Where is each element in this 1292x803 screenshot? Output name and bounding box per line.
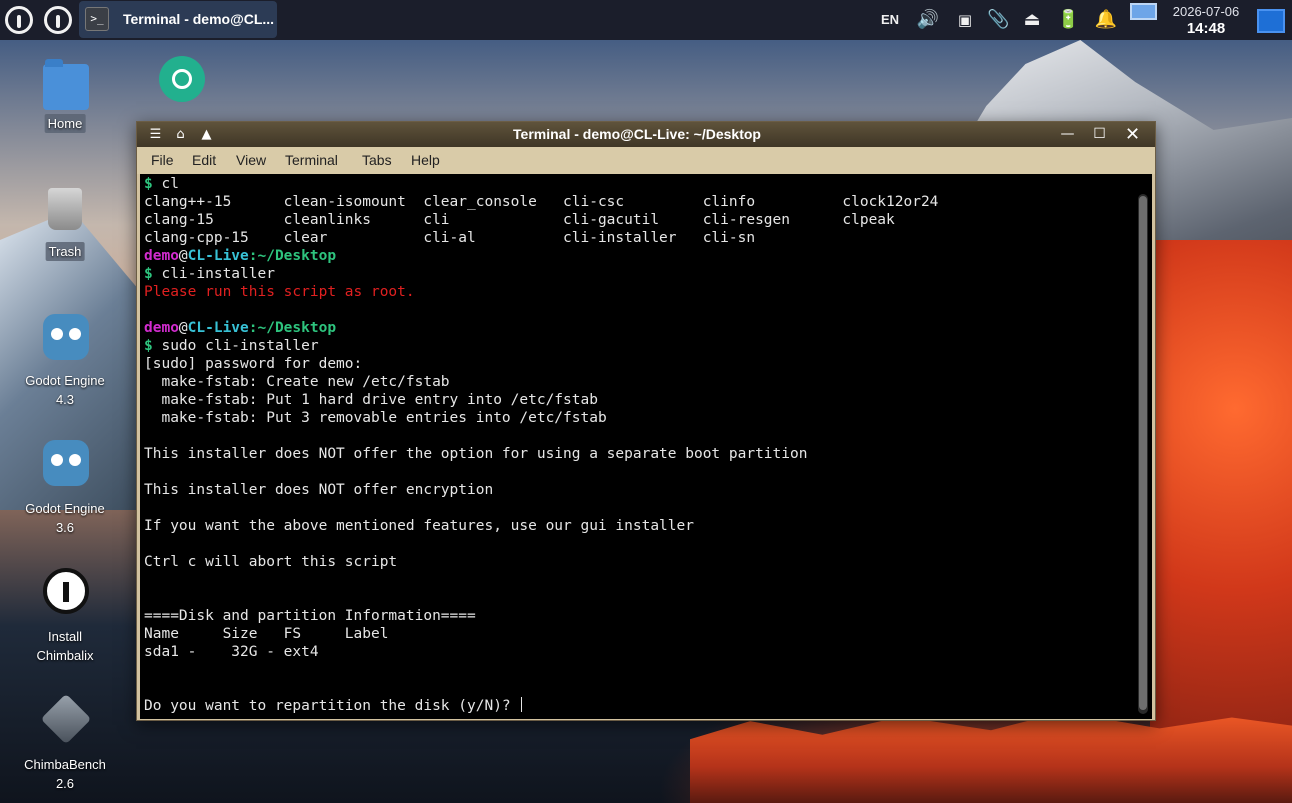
installer-output: [sudo] password for demo: make-fstab: Cr… bbox=[144, 356, 808, 660]
godot-icon bbox=[43, 314, 89, 360]
scrollbar-thumb[interactable] bbox=[1139, 196, 1147, 710]
desktop-icon-trash[interactable]: Trash bbox=[20, 182, 110, 266]
paperclip-icon[interactable]: 📎 bbox=[987, 8, 1009, 32]
close-button[interactable]: ✕ bbox=[1121, 124, 1144, 145]
app-menu-logo-icon[interactable] bbox=[5, 6, 33, 34]
desktop-icon-label: ChimbaBench 2.6 bbox=[24, 757, 106, 791]
workspace-switcher-icon[interactable] bbox=[1130, 3, 1157, 20]
taskbar-task-label: Terminal - demo@CL... bbox=[123, 11, 275, 27]
desktop-icon-godot-4-3[interactable]: Godot Engine 4.3 bbox=[20, 312, 110, 408]
menu-help[interactable]: Help bbox=[411, 152, 440, 168]
command-line: sudo cli-installer bbox=[161, 338, 319, 354]
menu-view[interactable]: View bbox=[236, 152, 266, 168]
prompt-at: @ bbox=[178, 248, 188, 264]
window-titlebar[interactable]: ☰ ⌂ ▲ Terminal - demo@CL-Live: ~/Desktop… bbox=[137, 122, 1155, 147]
desktop-icon-home[interactable]: Home bbox=[20, 56, 110, 140]
terminal-icon: >_ bbox=[85, 7, 109, 31]
command-line: cl bbox=[161, 176, 179, 192]
window-menu-icon[interactable]: ☰ bbox=[147, 126, 164, 143]
desktop-icon-label: Godot Engine 3.6 bbox=[25, 501, 105, 535]
desktop-icon-chimbabench[interactable]: ChimbaBench 2.6 bbox=[20, 693, 110, 794]
clock-date[interactable]: 2026-07-06 bbox=[1168, 4, 1244, 19]
terminal-text: $ cl clang++-15 clean-isomount clear_con… bbox=[144, 175, 938, 715]
godot-icon bbox=[43, 440, 89, 486]
prompt-path: :~/Desktop bbox=[248, 320, 337, 336]
taskbar-terminal-task[interactable]: >_ Terminal - demo@CL... bbox=[79, 1, 277, 38]
prompt-symbol: $ bbox=[144, 266, 153, 282]
prompt-symbol: $ bbox=[144, 338, 153, 354]
command-line: cli-installer bbox=[161, 266, 275, 282]
terminal-scrollbar[interactable] bbox=[1138, 194, 1148, 714]
eject-icon[interactable]: ⏏ bbox=[1021, 8, 1043, 32]
terminal-window: ☰ ⌂ ▲ Terminal - demo@CL-Live: ~/Desktop… bbox=[136, 121, 1156, 721]
desktop-icon-label: Install Chimbalix bbox=[36, 629, 94, 663]
wallpaper-trees-bottom bbox=[690, 712, 1292, 803]
prompt-host: CL-Live bbox=[187, 248, 249, 264]
prompt-user: demo bbox=[144, 248, 179, 264]
home-folder-icon bbox=[43, 59, 89, 110]
menu-terminal[interactable]: Terminal bbox=[285, 152, 338, 168]
network-disconnected-icon[interactable]: ▣ bbox=[952, 8, 978, 32]
window-title: Terminal - demo@CL-Live: ~/Desktop bbox=[513, 126, 761, 142]
wallpaper-trees-right bbox=[1150, 240, 1292, 803]
prompt-host: CL-Live bbox=[187, 320, 249, 336]
desktop-icon-label: Trash bbox=[45, 242, 85, 261]
app-menu-logo-icon-2[interactable] bbox=[44, 6, 72, 34]
completion-row: clang++-15 clean-isomount clear_console … bbox=[144, 194, 939, 210]
prompt-path: :~/Desktop bbox=[248, 248, 337, 264]
desktop-icon-install-chimbalix[interactable]: Install Chimbalix bbox=[20, 566, 110, 666]
menu-bar: File Edit View Terminal Tabs Help bbox=[137, 147, 1155, 174]
desktop-icon-label: Godot Engine 4.3 bbox=[25, 373, 105, 407]
maximize-button[interactable]: ☐ bbox=[1088, 124, 1111, 145]
show-desktop-button[interactable] bbox=[1257, 9, 1285, 33]
chimbalix-logo-icon bbox=[43, 568, 89, 614]
pin-icon[interactable]: ⌂ bbox=[172, 126, 189, 143]
prompt-user: demo bbox=[144, 320, 179, 336]
repartition-question: Do you want to repartition the disk (y/N… bbox=[144, 698, 520, 714]
menu-tabs[interactable]: Tabs bbox=[362, 152, 392, 168]
prompt-symbol: $ bbox=[144, 176, 153, 192]
clock-time[interactable]: 14:48 bbox=[1168, 20, 1244, 37]
volume-icon[interactable]: 🔊 bbox=[916, 8, 940, 32]
desktop-icon-screenshot[interactable] bbox=[136, 56, 226, 120]
chimbabench-cube-icon bbox=[40, 693, 92, 745]
screenshot-aperture-icon bbox=[159, 56, 205, 102]
menu-edit[interactable]: Edit bbox=[192, 152, 216, 168]
error-message: Please run this script as root. bbox=[144, 284, 415, 300]
text-cursor bbox=[521, 697, 523, 712]
minimize-button[interactable]: — bbox=[1056, 124, 1079, 145]
shade-up-icon[interactable]: ▲ bbox=[198, 126, 215, 143]
terminal-output-area[interactable]: $ cl clang++-15 clean-isomount clear_con… bbox=[140, 174, 1152, 719]
notification-bell-icon[interactable]: 🔔 bbox=[1093, 8, 1119, 32]
desktop-icon-label: Home bbox=[44, 114, 86, 133]
trash-icon bbox=[48, 188, 82, 230]
completion-row: clang-cpp-15 clear cli-al cli-installer … bbox=[144, 230, 756, 246]
top-panel: >_ Terminal - demo@CL... EN 🔊 ▣ 📎 ⏏ 🔋 🔔 … bbox=[0, 0, 1292, 40]
menu-file[interactable]: File bbox=[151, 152, 174, 168]
battery-charging-icon[interactable]: 🔋 bbox=[1057, 8, 1079, 32]
prompt-at: @ bbox=[178, 320, 188, 336]
desktop-icon-godot-3-6[interactable]: Godot Engine 3.6 bbox=[20, 440, 110, 536]
completion-row: clang-15 cleanlinks cli cli-gacutil cli-… bbox=[144, 212, 895, 228]
keyboard-layout-indicator[interactable]: EN bbox=[879, 8, 901, 32]
